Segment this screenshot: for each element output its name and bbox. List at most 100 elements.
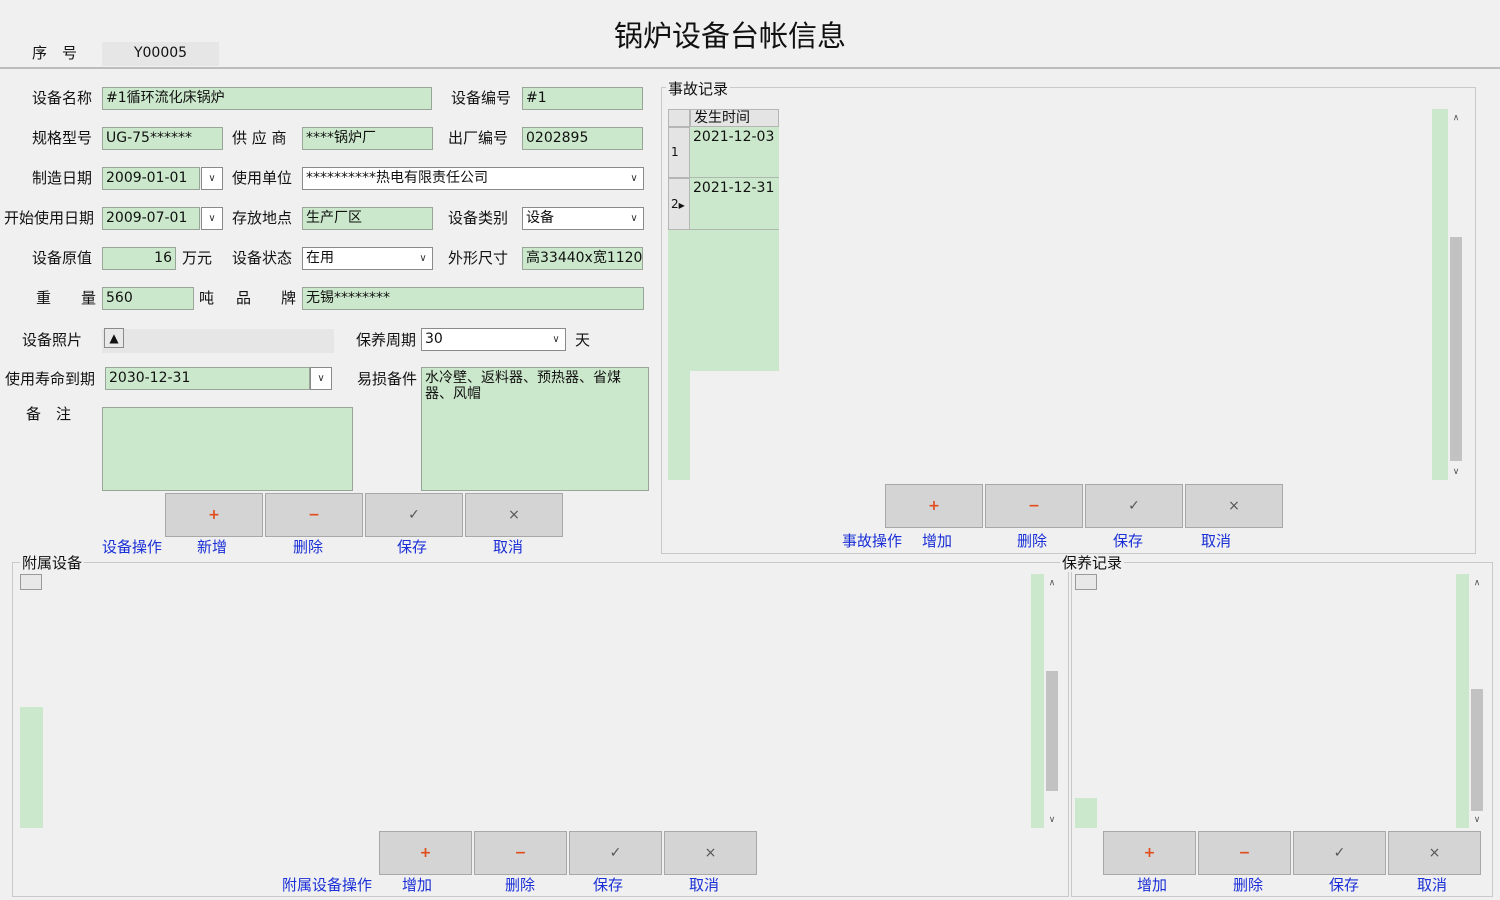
- attached-save-link[interactable]: 保存: [593, 875, 623, 895]
- chevron-down-icon: ∨: [419, 253, 427, 264]
- accident-cancel-button[interactable]: ×: [1185, 484, 1283, 528]
- attached-save-button[interactable]: ✓: [569, 831, 662, 875]
- remark-textarea[interactable]: [102, 407, 353, 491]
- attached-cancel-link[interactable]: 取消: [689, 875, 719, 895]
- remark-label: 备 注: [26, 405, 72, 423]
- accident-scrollbar[interactable]: ∨ ∨: [1448, 109, 1464, 480]
- accident-save-link[interactable]: 保存: [1113, 531, 1143, 551]
- factory-no-field[interactable]: 0202895: [522, 127, 643, 150]
- supplier-field[interactable]: ****锅炉厂: [302, 127, 433, 150]
- attached-delete-button[interactable]: −: [474, 831, 567, 875]
- parts-label: 易损备件: [357, 370, 418, 388]
- cycle-select[interactable]: 30 ∨: [421, 328, 566, 351]
- scroll-up-icon[interactable]: ∨: [1448, 109, 1464, 125]
- table-cell[interactable]: 2021-12-03: [690, 127, 779, 178]
- orig-value-field[interactable]: 16: [102, 247, 176, 270]
- status-select[interactable]: 在用 ∨: [302, 247, 433, 270]
- spec-field[interactable]: UG-75******: [102, 127, 223, 150]
- equipment-add-button[interactable]: +: [165, 493, 263, 537]
- maintenance-group-title: 保养记录: [1060, 554, 1125, 572]
- accident-add-link[interactable]: 增加: [922, 531, 952, 551]
- maintenance-delete-link[interactable]: 删除: [1233, 875, 1263, 895]
- check-icon: ✓: [609, 845, 622, 861]
- equipment-delete-button[interactable]: −: [265, 493, 363, 537]
- row-header[interactable]: 2▶: [668, 178, 690, 230]
- accident-delete-link[interactable]: 删除: [1017, 531, 1047, 551]
- scroll-up-icon[interactable]: ∨: [1044, 574, 1060, 590]
- scroll-down-icon[interactable]: ∨: [1448, 464, 1464, 480]
- start-date-field[interactable]: 2009-07-01: [102, 207, 200, 230]
- maintenance-cancel-button[interactable]: ×: [1388, 831, 1481, 875]
- header-divider: [0, 67, 1500, 69]
- mfg-date-picker-button[interactable]: ∨: [201, 167, 223, 190]
- unit-select[interactable]: **********热电有限责任公司 ∨: [302, 167, 644, 190]
- scroll-thumb[interactable]: [1046, 671, 1058, 791]
- start-date-picker-button[interactable]: ∨: [201, 207, 223, 230]
- parts-textarea[interactable]: 水冷壁、返料器、预热器、省煤器、风帽: [421, 367, 649, 491]
- maintenance-add-button[interactable]: +: [1103, 831, 1196, 875]
- accident-grid[interactable]: 发生时间 1 2021-12-03 2▶ 2021-12-31: [668, 109, 1448, 480]
- location-label: 存放地点: [232, 209, 293, 227]
- attached-scrollbar[interactable]: ∨ ∨: [1044, 574, 1060, 828]
- accident-cancel-link[interactable]: 取消: [1201, 531, 1231, 551]
- maintenance-cancel-link[interactable]: 取消: [1417, 875, 1447, 895]
- equipment-cancel-link[interactable]: 取消: [493, 537, 523, 557]
- accident-add-button[interactable]: +: [885, 484, 983, 528]
- column-header[interactable]: 发生时间: [690, 109, 779, 127]
- chevron-down-icon: ∨: [208, 213, 216, 224]
- scroll-thumb[interactable]: [1471, 689, 1483, 811]
- cycle-label: 保养周期: [356, 331, 417, 349]
- photo-box[interactable]: [102, 329, 334, 353]
- maintenance-grid[interactable]: [1075, 574, 1469, 828]
- check-icon: ✓: [1333, 845, 1346, 861]
- expiry-field[interactable]: 2030-12-31: [105, 367, 310, 390]
- equipment-add-link[interactable]: 新增: [197, 537, 227, 557]
- scroll-thumb[interactable]: [1450, 237, 1462, 461]
- brand-field[interactable]: 无锡********: [302, 287, 644, 310]
- code-field[interactable]: #1: [522, 87, 643, 110]
- size-label: 外形尺寸: [448, 249, 509, 267]
- attached-grid[interactable]: [20, 574, 1044, 828]
- triangle-up-icon: ▲: [109, 331, 119, 345]
- attached-cancel-button[interactable]: ×: [664, 831, 757, 875]
- size-field[interactable]: 高33440x宽11200: [522, 247, 643, 270]
- accident-save-button[interactable]: ✓: [1085, 484, 1183, 528]
- maintenance-scrollbar[interactable]: ∨ ∨: [1469, 574, 1485, 828]
- name-field[interactable]: #1循环流化床锅炉: [102, 87, 432, 110]
- scroll-down-icon[interactable]: ∨: [1469, 812, 1485, 828]
- maintenance-save-button[interactable]: ✓: [1293, 831, 1386, 875]
- equipment-save-button[interactable]: ✓: [365, 493, 463, 537]
- unit-select-value: **********热电有限责任公司: [306, 170, 488, 186]
- maintenance-delete-button[interactable]: −: [1198, 831, 1291, 875]
- seq-label: 序 号: [32, 44, 78, 62]
- category-select[interactable]: 设备 ∨: [522, 207, 644, 230]
- table-cell[interactable]: 2021-12-31: [690, 178, 779, 230]
- scroll-up-icon[interactable]: ∨: [1469, 574, 1485, 590]
- chevron-down-icon: ∨: [630, 213, 638, 224]
- status-label: 设备状态: [232, 249, 293, 267]
- maintenance-add-link[interactable]: 增加: [1137, 875, 1167, 895]
- scroll-down-icon[interactable]: ∨: [1044, 812, 1060, 828]
- photo-upload-button[interactable]: ▲: [104, 328, 124, 348]
- row-header[interactable]: 1: [668, 127, 690, 178]
- status-select-value: 在用: [306, 250, 334, 266]
- weight-field[interactable]: 560: [102, 287, 194, 310]
- location-field[interactable]: 生产厂区: [302, 207, 433, 230]
- empty-area: [1432, 109, 1448, 480]
- name-label: 设备名称: [32, 89, 93, 107]
- mfg-date-field[interactable]: 2009-01-01: [102, 167, 200, 190]
- close-icon: ×: [704, 845, 717, 861]
- maintenance-save-link[interactable]: 保存: [1329, 875, 1359, 895]
- equipment-cancel-button[interactable]: ×: [465, 493, 563, 537]
- expiry-picker-button[interactable]: ∨: [310, 367, 332, 390]
- equipment-delete-link[interactable]: 删除: [293, 537, 323, 557]
- chevron-down-icon: ∨: [552, 334, 560, 345]
- attached-delete-link[interactable]: 删除: [505, 875, 535, 895]
- plus-icon: +: [419, 845, 432, 861]
- minus-icon: −: [1028, 498, 1040, 514]
- equipment-save-link[interactable]: 保存: [397, 537, 427, 557]
- attached-add-button[interactable]: +: [379, 831, 472, 875]
- accident-delete-button[interactable]: −: [985, 484, 1083, 528]
- expiry-label: 使用寿命到期: [5, 370, 96, 388]
- attached-add-link[interactable]: 增加: [402, 875, 432, 895]
